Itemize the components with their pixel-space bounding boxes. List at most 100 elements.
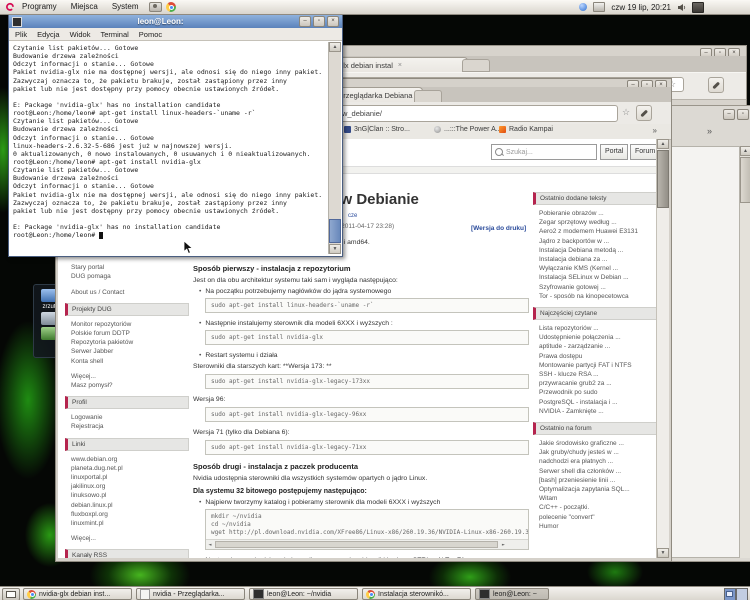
sidebar-link[interactable]: NVIDIA - Zamknięte ... [533,407,659,416]
wrench-menu-icon[interactable] [636,105,652,121]
sidebar-link[interactable]: Polskie forum DDTP [65,329,189,338]
taskbar-item-search[interactable]: nvidia-glx debian inst... [23,588,132,600]
sidebar-link[interactable]: Witam [533,494,659,503]
wrench-menu-icon[interactable] [708,77,724,93]
scroll-up-icon[interactable]: ▲ [657,139,669,149]
clock[interactable]: czw 19 lip, 20:21 [611,3,671,12]
sidebar-link[interactable]: linuxportal.pl [65,473,189,482]
sidebar-link[interactable]: Humor [533,522,659,531]
sidebar-link[interactable]: Montowanie partycji FAT i NTFS [533,361,659,370]
sidebar-link[interactable]: Optymalizacja zapytania SQL... [533,485,659,494]
sidebar-link[interactable]: Instalacja SELinux w Debian ... [533,273,659,282]
sidebar-link[interactable]: Szyfrowanie gotowej ... [533,283,659,292]
bookmark-star-icon[interactable]: ☆ [622,107,630,118]
sidebar-link[interactable]: Konta shell [65,357,189,366]
sidebar-link[interactable]: debian.linux.pl [65,501,189,510]
sidebar-link[interactable]: Logowanie [65,413,189,422]
page-scrollbar[interactable]: ▲ ▼ [656,139,669,558]
scrollbar-thumb[interactable] [657,150,669,208]
sidebar-link[interactable]: Wyłączanie KMS (Kernel ... [533,264,659,273]
workspace-2[interactable] [736,588,748,600]
sidebar-link[interactable]: Prawa dostępu [533,352,659,361]
bookmark-item[interactable]: ...:::The Power A... [434,126,502,133]
sidebar-link[interactable]: Jak gruby/chudy jesteś w ... [533,448,659,457]
menu-terminal[interactable]: Terminal [100,30,128,39]
maximize-icon[interactable]: ▫ [737,109,749,120]
sidebar-link[interactable]: aptitude - zarządzanie ... [533,342,659,351]
sidebar-link[interactable]: Więcej... [65,534,189,543]
menu-plik[interactable]: Plik [15,30,27,39]
new-tab-button[interactable] [462,59,490,72]
window-list-icon[interactable] [2,588,20,600]
scrollbar-thumb[interactable] [329,219,341,243]
sidebar-link[interactable]: Monitor repozytoriów [65,320,189,329]
sidebar-link[interactable]: PostgreSQL - instalacja i ... [533,398,659,407]
sidebar-link[interactable]: polecenie "convert" [533,513,659,522]
menu-pomoc[interactable]: Pomoc [139,30,162,39]
scroll-down-icon[interactable]: ▼ [657,548,669,558]
sidebar-link[interactable]: jakilinux.org [65,482,189,491]
sidebar-link[interactable]: Zegar sprzętowy według ... [533,218,659,227]
scroll-up-icon[interactable]: ▲ [329,42,341,52]
sidebar-link[interactable]: Jądro z backportów w ... [533,237,659,246]
sidebar-link[interactable]: Serwer shell dla członków ... [533,467,659,476]
terminal-titlebar[interactable]: leon@Leon: – ▫ × [9,15,342,28]
maximize-icon[interactable]: ▫ [313,16,325,27]
menu-system[interactable]: System [105,0,146,14]
sidebar-link[interactable]: Repozytoria pakietów [65,338,189,347]
debian-swirl-icon[interactable] [5,2,15,12]
menu-miejsca[interactable]: Miejsca [64,0,105,14]
sidebar-link[interactable]: Aero2 z modemem Huawei E3131 [533,227,659,236]
print-version-link[interactable]: [Wersja do druku] [471,225,526,232]
taskbar-item-install-article[interactable]: Instalacja sterownikó... [362,588,471,600]
scroll-right-icon[interactable]: ► [499,541,507,549]
sidebar-link[interactable]: About us / Contact [65,288,189,297]
sidebar-link[interactable]: C/C++ - początki. [533,503,659,512]
taskbar-item-terminal-nvidia[interactable]: leon@Leon: ~/nvidia [249,588,358,600]
bookmark-item[interactable]: 3nG|Clan :: Stro... [344,126,410,133]
minimize-icon[interactable]: – [723,109,735,120]
sidebar-link[interactable]: Pobieranie obrazów ... [533,209,659,218]
horizontal-scrollbar[interactable]: ◄► [206,539,528,549]
menu-programy[interactable]: Programy [15,0,64,14]
sidebar-link[interactable]: linuxmint.pl [65,519,189,528]
bluetooth-dot-icon[interactable] [579,3,587,11]
workspace-1[interactable] [724,588,736,600]
sidebar-link[interactable]: nadchodzi era płatnych ... [533,457,659,466]
sidebar-link[interactable]: fluxboxpl.org [65,510,189,519]
site-search-input[interactable]: Szukaj... [491,144,597,160]
sidebar-link[interactable]: www.debian.org [65,455,189,464]
sidebar-link[interactable]: Udostępnienie połączenia ... [533,333,659,342]
menu-edycja[interactable]: Edycja [37,30,60,39]
byline-fragment[interactable]: cze [348,213,357,219]
scroll-left-icon[interactable]: ◄ [206,541,214,549]
screenshot-camera-icon[interactable] [149,2,162,12]
portal-button[interactable]: Portal [600,144,628,160]
sidebar-link[interactable]: DUG pomaga [65,272,189,281]
bookmarks-overflow-icon[interactable]: » [653,126,657,135]
sidebar-link[interactable]: planeta.dug.net.pl [65,464,189,473]
sidebar-link[interactable]: przywracanie grub2 za ... [533,379,659,388]
minimize-icon[interactable]: – [299,16,311,27]
sidebar-link[interactable]: Więcej... [65,372,189,381]
sidebar-link[interactable]: Tor - sposób na kinopecetowca [533,292,659,301]
sidebar-link[interactable]: Przewodnik po sudo [533,388,659,397]
keyboard-indicator-icon[interactable] [692,2,704,13]
tab-close-icon[interactable]: × [398,62,402,69]
taskbar-item-terminal-home[interactable]: leon@Leon: ~ [475,588,549,600]
sidebar-link[interactable]: Instalacja Debiana metodą ... [533,246,659,255]
workspace-switcher[interactable] [724,588,748,600]
sidebar-link[interactable]: Rejestracja [65,422,189,431]
sidebar-link[interactable]: [bash] przeniesienie linii ... [533,476,659,485]
scroll-down-icon[interactable]: ▼ [329,244,341,254]
sidebar-link[interactable]: Jakie środowisko graficzne ... [533,439,659,448]
terminal-output[interactable]: Czytanie list pakietów... Gotowe Budowan… [11,42,328,254]
sidebar-link[interactable]: linuksowo.pl [65,491,189,500]
scrollbar-thumb[interactable] [740,157,750,203]
sidebar-link[interactable]: Instalacja debiana za ... [533,255,659,264]
sidebar-link[interactable]: Masz pomysł? [65,381,189,390]
vertical-scrollbar[interactable]: ▲ [739,146,750,558]
sidebar-link[interactable]: Lista repozytoriów ... [533,324,659,333]
bookmark-item[interactable]: Radio Kampai [499,126,553,133]
scroll-up-icon[interactable]: ▲ [740,146,750,156]
